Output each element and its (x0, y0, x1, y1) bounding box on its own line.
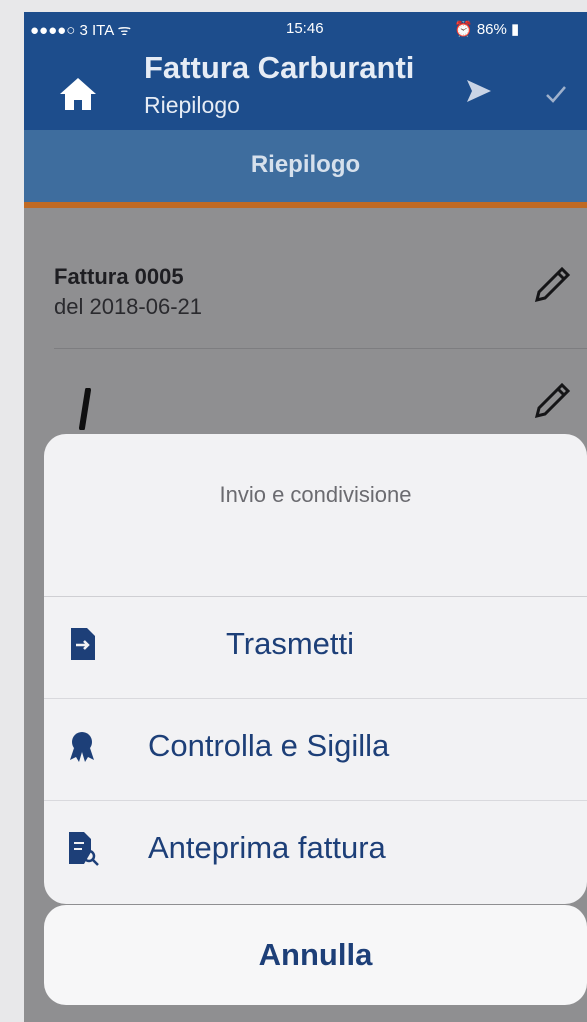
signature-stroke (79, 388, 91, 430)
action-sheet: Invio e condivisione Trasmetti Controlla… (44, 434, 587, 904)
check-and-seal-label: Controlla e Sigilla (148, 728, 390, 763)
cancel-label: Annulla (258, 937, 373, 972)
transmit-button[interactable]: Trasmetti (44, 596, 587, 699)
home-icon[interactable] (58, 74, 98, 114)
action-sheet-title: Invio e condivisione (219, 482, 412, 507)
tab-label: Riepilogo (250, 151, 361, 178)
page-title: Fattura Carburanti (144, 50, 415, 85)
battery-indicator: ⏰ 86% ▮ (454, 21, 520, 38)
check-and-seal-button[interactable]: Controlla e Sigilla (44, 698, 587, 801)
app-screen: ●●●●○ 3 ITA ᯤ 15:46 ⏰ 86% ▮ Fattura Carb… (24, 12, 587, 1022)
action-sheet-header: Invio e condivisione (44, 434, 587, 597)
invoice-number: Fattura 0005 (54, 264, 184, 289)
page-subtitle: Riepilogo (144, 92, 240, 118)
clock: 15:46 (286, 20, 324, 37)
cancel-button[interactable]: Annulla (44, 905, 587, 1005)
navigation-bar: ●●●●○ 3 ITA ᯤ 15:46 ⏰ 86% ▮ Fattura Carb… (24, 12, 587, 130)
checkmark-icon[interactable] (544, 82, 568, 106)
invoice-preview-label: Anteprima fattura (148, 830, 386, 865)
document-search-icon (69, 832, 99, 866)
transmit-label: Trasmetti (226, 626, 355, 661)
document-send-icon (71, 628, 95, 660)
seal-badge-icon (70, 732, 94, 762)
tab-riepilogo[interactable]: Riepilogo (24, 130, 587, 208)
pencil-icon[interactable] (529, 378, 575, 424)
pencil-icon[interactable] (529, 262, 575, 308)
invoice-date: del 2018-06-21 (54, 294, 203, 319)
divider (54, 348, 587, 349)
invoice-preview-button[interactable]: Anteprima fattura (44, 800, 587, 902)
send-icon[interactable] (464, 76, 494, 106)
status-bar: ●●●●○ 3 ITA ᯤ 15:46 ⏰ 86% ▮ (24, 20, 587, 46)
carrier-label: ●●●●○ 3 ITA ᯤ (30, 22, 132, 39)
